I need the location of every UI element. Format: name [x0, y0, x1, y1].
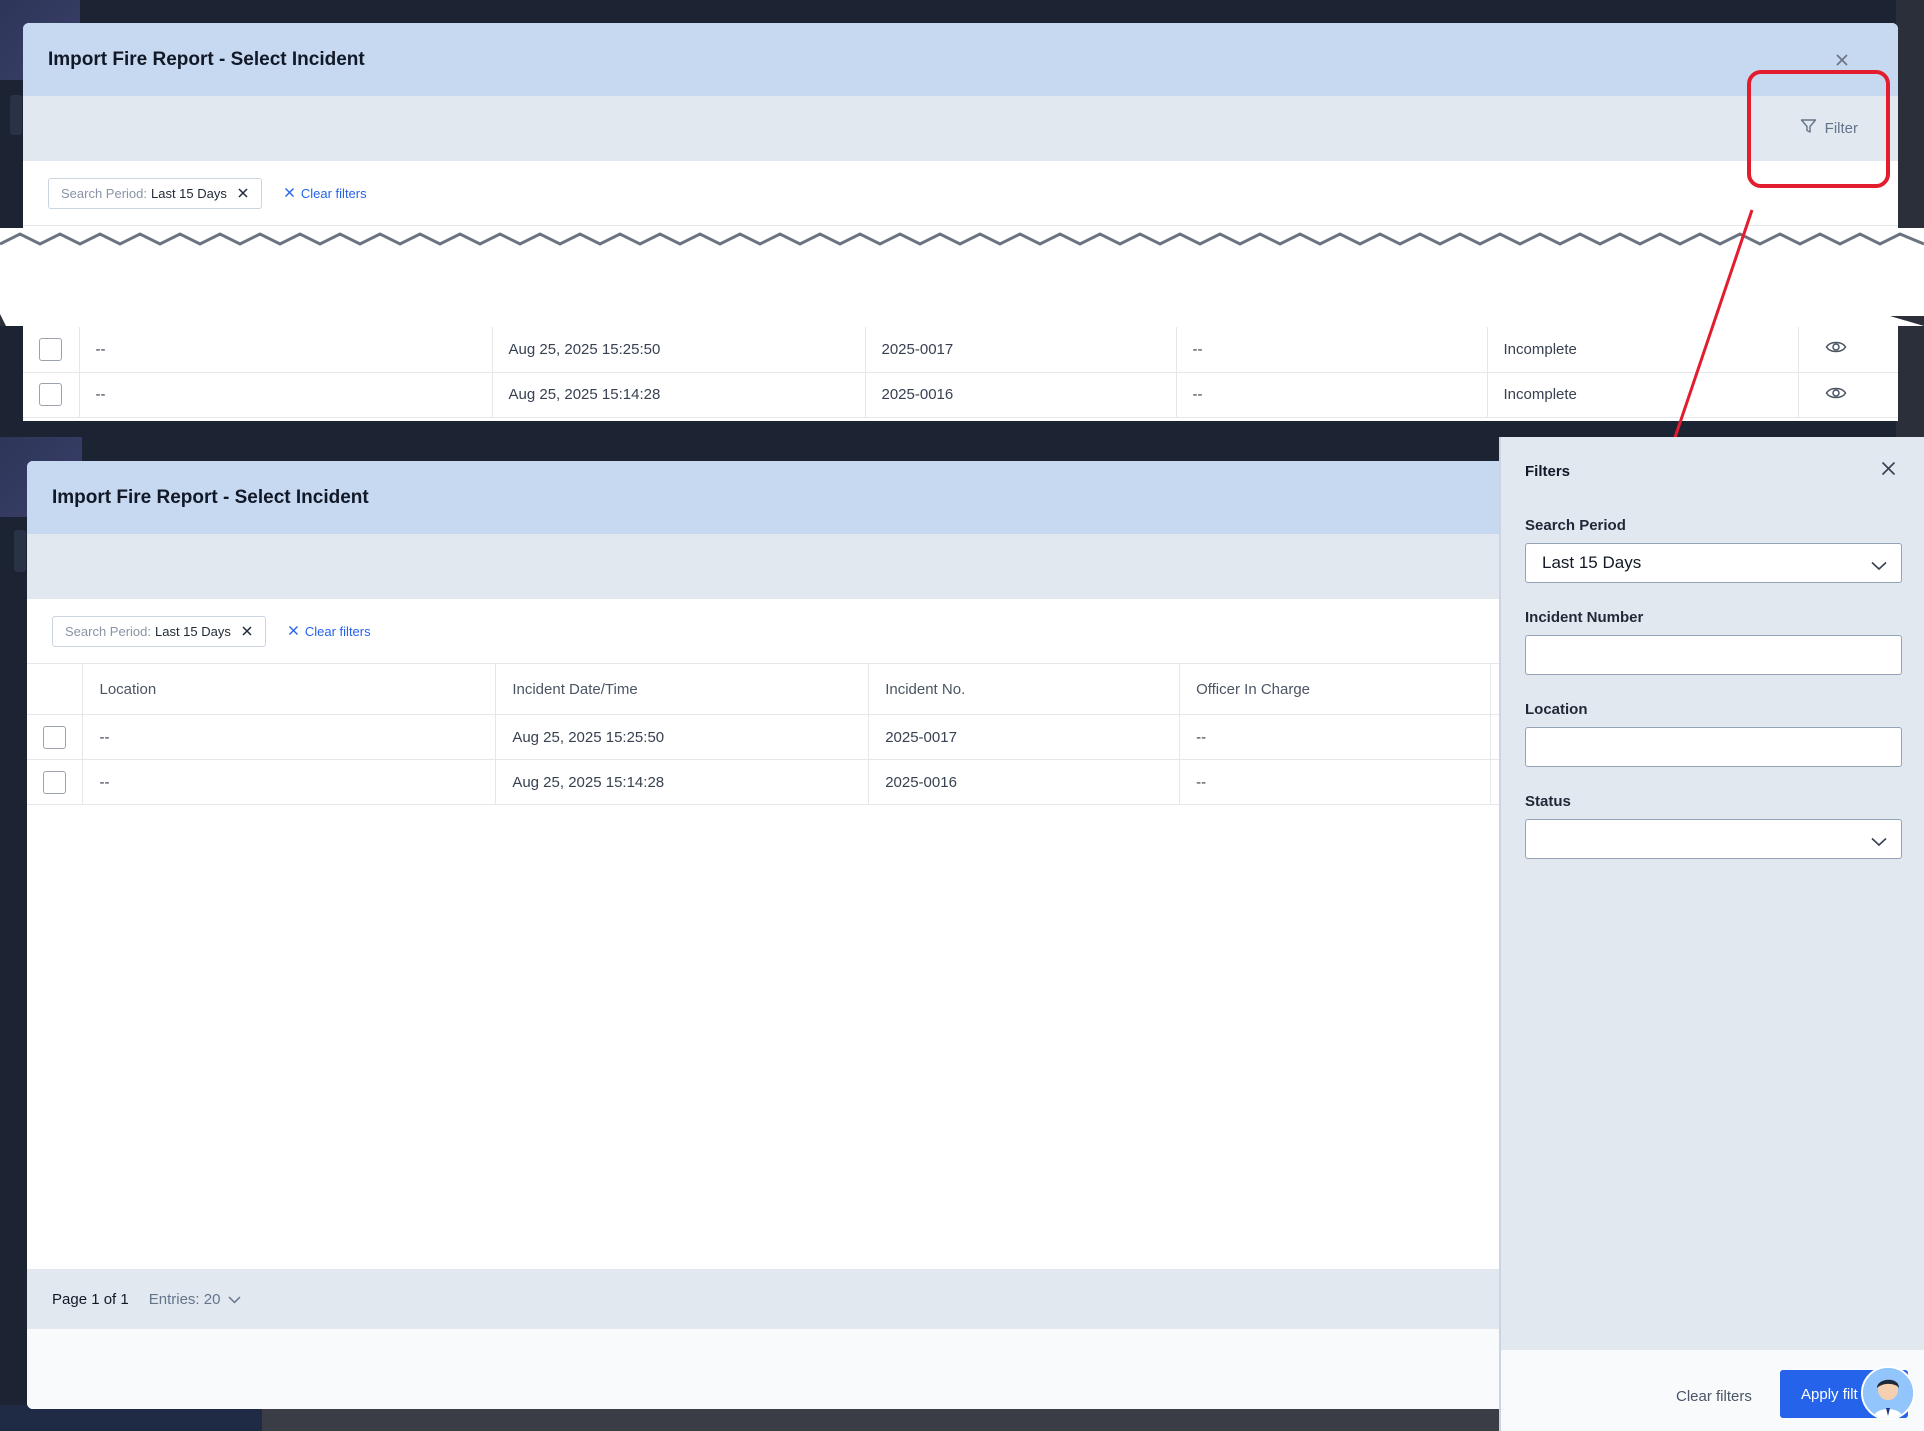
incident-number-label: Incident Number: [1525, 609, 1644, 626]
drawer-title: Filters: [1525, 463, 1571, 480]
location-label: Location: [1525, 701, 1588, 718]
search-period-select[interactable]: Last 15 Days: [1525, 543, 1902, 583]
assistant-avatar[interactable]: [1861, 1366, 1915, 1420]
location-input[interactable]: [1525, 727, 1902, 767]
chevron-down-icon: [1871, 556, 1887, 576]
status-label: Status: [1525, 793, 1571, 810]
filters-drawer: Filters Search Period Last 15 Days Incid…: [1499, 437, 1924, 1431]
search-period-value: Last 15 Days: [1542, 553, 1642, 572]
clear-filters-button[interactable]: Clear filters: [1676, 1388, 1752, 1405]
search-period-label: Search Period: [1525, 517, 1626, 534]
close-icon[interactable]: [1881, 461, 1896, 481]
apply-filters-label: Apply filt: [1801, 1385, 1858, 1403]
incident-number-input[interactable]: [1525, 635, 1902, 675]
status-select[interactable]: [1525, 819, 1902, 859]
chevron-down-icon: [1871, 832, 1887, 852]
